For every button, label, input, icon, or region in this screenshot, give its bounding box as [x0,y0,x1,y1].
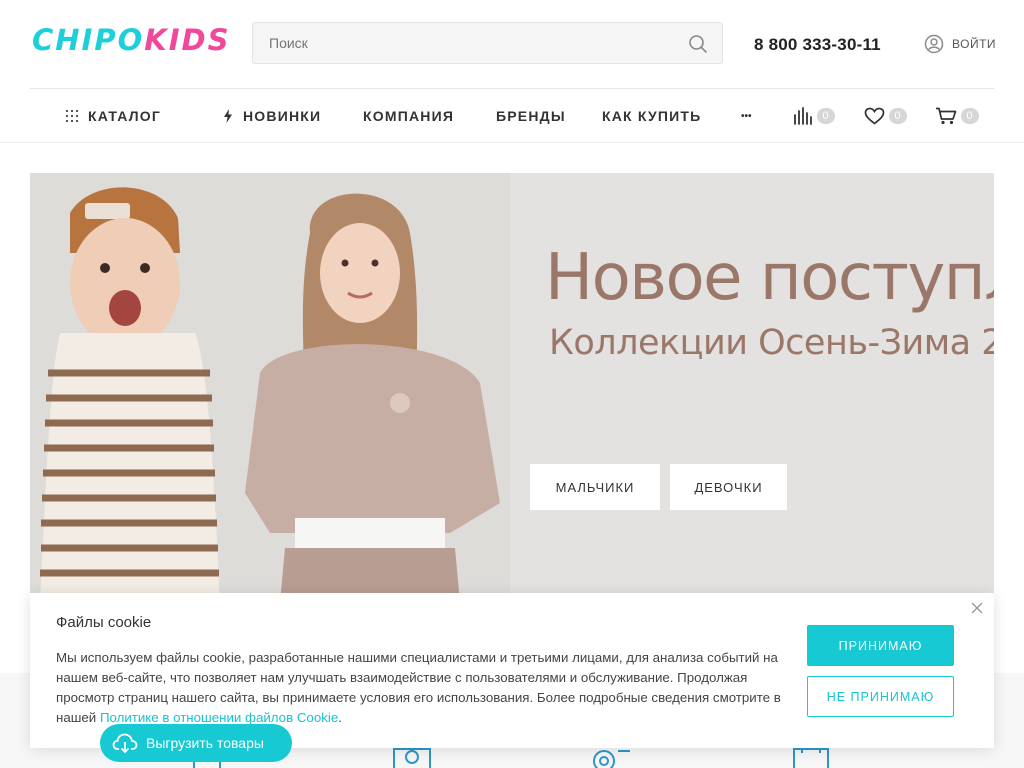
banner-subtitle: Коллекции Осень-Зима 2 [549,323,994,363]
favorites-button[interactable]: 0 [864,89,907,143]
compare-count: 0 [817,108,835,124]
cart-button[interactable]: 0 [935,89,979,143]
hero-banner[interactable]: Новое поступл Коллекции Осень-Зима 2 МАЛ… [30,173,994,603]
nav-company-label: КОМПАНИЯ [363,108,455,124]
decline-cookies-button[interactable]: НЕ ПРИНИМАЮ [807,676,954,717]
nav-catalog-label: КАТАЛОГ [88,108,161,124]
girls-button[interactable]: ДЕВОЧКИ [670,464,787,510]
grid-icon [66,110,78,122]
cart-count: 0 [961,108,979,124]
nav-divider [0,142,1024,143]
cart-icon [936,107,957,125]
phone-number[interactable]: 8 800 333-30-11 [754,35,881,55]
nav-how-to-buy[interactable]: КАК КУПИТЬ [602,89,701,143]
close-icon[interactable] [970,601,984,615]
export-label: Выгрузить товары [146,735,264,751]
search-input[interactable] [269,23,669,63]
compare-button[interactable]: 0 [793,89,835,143]
cookie-text-end: . [338,710,342,725]
nav-catalog[interactable]: КАТАЛОГ [66,89,161,143]
compare-icon [794,107,812,125]
nav-new-label: НОВИНКИ [243,108,322,124]
nav-more[interactable]: ••• [741,89,752,143]
nav-company[interactable]: КОМПАНИЯ [363,89,454,143]
logo-part-kids: KIDS [144,23,231,57]
nav-new[interactable]: НОВИНКИ [223,89,321,143]
favorites-count: 0 [889,108,907,124]
heart-icon [864,107,885,125]
search-box [252,22,723,64]
logo-part-chipo: CHIPO [32,23,145,57]
nav-how-to-buy-label: КАК КУПИТЬ [602,108,702,124]
accept-cookies-button[interactable]: ПРИНИМАЮ [807,625,954,666]
cloud-download-icon [112,733,138,754]
cookie-text: Мы используем файлы cookie, разработанны… [56,648,786,728]
banner-title: Новое поступл [545,241,994,315]
user-icon [924,34,944,54]
login-button[interactable]: ВОЙТИ [924,34,996,54]
cookie-policy-link[interactable]: Политике в отношении файлов Cookie [100,710,338,725]
export-products-button[interactable]: Выгрузить товары [100,724,292,762]
login-label: ВОЙТИ [952,37,997,51]
kids-photo [30,173,510,603]
more-icon: ••• [741,110,752,122]
lightning-icon [224,109,232,123]
header: CHIPOKIDS 8 800 333-30-11 ВОЙТИ [0,0,1024,88]
main-nav: КАТАЛОГ НОВИНКИ КОМПАНИЯ БРЕНДЫ КАК КУПИ… [30,88,994,143]
nav-brands-label: БРЕНДЫ [496,108,566,124]
search-icon[interactable] [688,34,708,54]
nav-brands[interactable]: БРЕНДЫ [496,89,566,143]
cookie-title: Файлы cookie [56,614,152,631]
logo[interactable]: CHIPOKIDS [32,22,231,58]
boys-button[interactable]: МАЛЬЧИКИ [530,464,660,510]
